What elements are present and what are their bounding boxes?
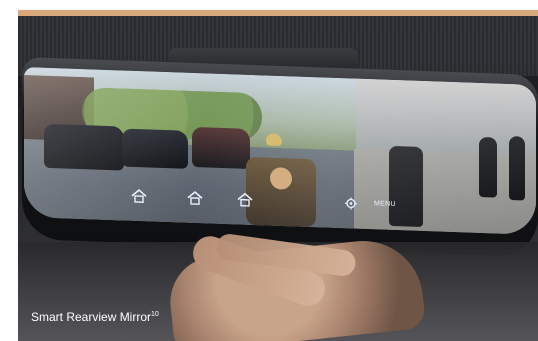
settings-icon[interactable] — [342, 196, 360, 211]
home-icon[interactable] — [130, 189, 148, 204]
caption-text: Smart Rearview Mirror — [31, 310, 152, 324]
smart-mirror-display: MENU — [24, 67, 536, 235]
menu-button[interactable]: MENU — [374, 200, 396, 208]
home-icon[interactable] — [186, 190, 204, 206]
home-icon[interactable] — [236, 192, 254, 207]
caption: Smart Rearview Mirror10 — [31, 310, 159, 324]
caption-superscript: 10 — [151, 311, 159, 318]
photo-frame: MENU Smart Rearview Mirror10 — [18, 10, 538, 341]
mirror-glare — [24, 67, 536, 235]
